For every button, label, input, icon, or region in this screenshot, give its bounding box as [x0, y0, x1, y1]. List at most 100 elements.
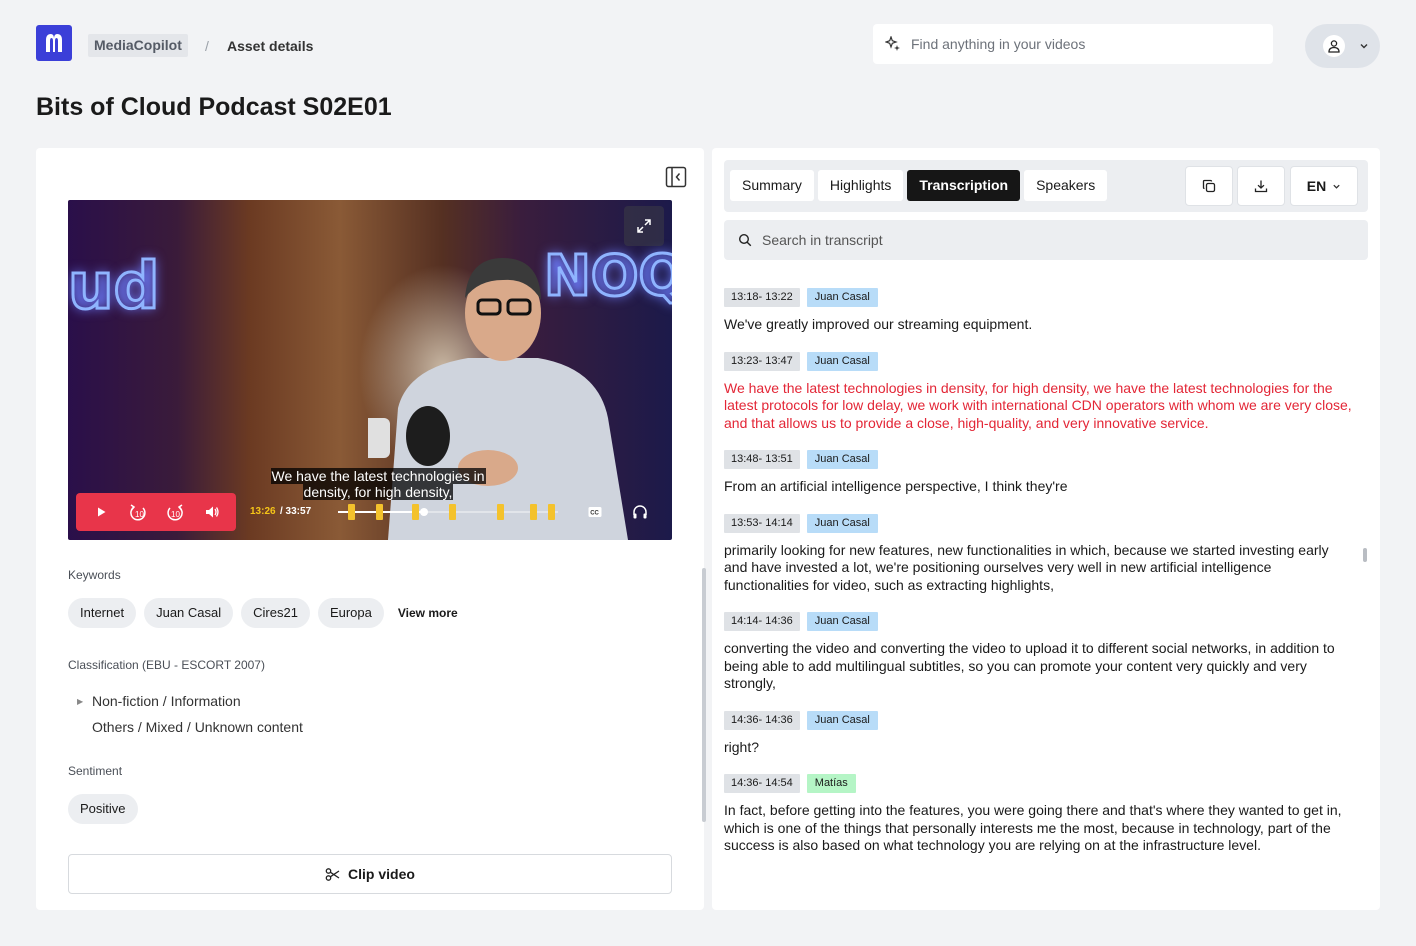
breadcrumb-current: Asset details [227, 38, 314, 54]
speaker-badge[interactable]: Juan Casal [806, 612, 878, 631]
segment-text[interactable]: We've greatly improved our streaming equ… [724, 316, 1354, 334]
speaker-badge[interactable]: Juan Casal [806, 288, 878, 307]
current-time: 13:26 [250, 506, 276, 517]
language-select[interactable]: EN [1290, 166, 1358, 206]
transcript-segment[interactable]: 13:18- 13:22 Juan Casal We've greatly impr… [724, 288, 1354, 334]
speaker-badge[interactable]: Juan Casal [806, 513, 878, 533]
segment-text[interactable]: right? [724, 739, 1354, 757]
highlight-marker[interactable] [547, 504, 555, 520]
tab-list: Summary Highlights Transcription Speaker… [730, 170, 1108, 201]
classification-tree: ▶ Non-fiction / Information Others / Mix… [68, 688, 668, 740]
segment-text[interactable]: primarily looking for new features, new … [724, 542, 1354, 595]
keyword-chip[interactable]: Internet [68, 598, 137, 628]
speaker-badge[interactable]: Matías [806, 774, 856, 793]
keyword-chip[interactable]: Cires21 [241, 598, 310, 628]
headphones-icon[interactable] [632, 504, 648, 520]
segment-timestamp[interactable]: 14:36- 14:54 [724, 774, 800, 793]
classification-node[interactable]: ▶ Non-fiction / Information [68, 688, 668, 714]
sparkle-icon [885, 36, 900, 51]
sentiment-list: Positive [68, 794, 668, 824]
transcript-segment[interactable]: 13:23- 13:47 Juan Casal We have the latest… [724, 351, 1354, 433]
speaker-badge[interactable]: Juan Casal [806, 710, 878, 730]
highlight-marker[interactable] [448, 504, 456, 520]
segment-timestamp[interactable]: 14:14- 14:36 [724, 612, 800, 631]
highlight-marker[interactable] [497, 504, 505, 520]
asset-metadata: Keywords Internet Juan Casal Cires21 Eur… [68, 568, 668, 824]
transcript-segment[interactable]: 14:36- 14:54 Matías In fact, before gettin… [724, 774, 1354, 855]
global-search-input[interactable] [911, 36, 1251, 52]
segment-text[interactable]: We have the latest technologies in densi… [724, 380, 1354, 433]
copy-button[interactable] [1185, 166, 1233, 206]
tab-speakers[interactable]: Speakers [1024, 170, 1108, 201]
volume-button[interactable] [198, 498, 226, 526]
expand-icon [637, 219, 651, 233]
tab-highlights[interactable]: Highlights [817, 170, 904, 201]
rewind-10-icon: 10 [129, 504, 146, 521]
transcript-panel: Summary Highlights Transcription Speaker… [712, 148, 1380, 910]
seek-bar[interactable] [338, 504, 558, 520]
segment-header: 13:23- 13:47 Juan Casal [724, 351, 1354, 371]
tab-transcription[interactable]: Transcription [907, 170, 1021, 201]
keyword-chip[interactable]: Europa [317, 598, 384, 628]
global-search[interactable] [873, 24, 1273, 64]
segment-timestamp[interactable]: 13:18- 13:22 [724, 288, 800, 307]
chevron-down-icon [1333, 184, 1340, 189]
metadata-scrollbar[interactable] [702, 568, 706, 822]
play-button[interactable] [87, 498, 115, 526]
segment-timestamp[interactable]: 14:36- 14:36 [724, 710, 800, 730]
highlight-marker[interactable] [376, 504, 384, 520]
transcript-segment[interactable]: 14:14- 14:36 Juan Casal converting the vid… [724, 612, 1354, 693]
user-menu-button[interactable] [1305, 24, 1380, 68]
keyword-chip[interactable]: Juan Casal [144, 598, 234, 628]
transcript-search[interactable] [724, 220, 1368, 260]
app-logo[interactable] [36, 25, 72, 61]
sentiment-chip: Positive [68, 794, 138, 824]
skip-forward-button[interactable]: 10 [161, 498, 189, 526]
logo-icon [46, 34, 62, 52]
skip-back-button[interactable]: 10 [124, 498, 152, 526]
segment-text[interactable]: In fact, before getting into the feature… [724, 802, 1354, 855]
segment-header: 13:48- 13:51 Juan Casal [724, 450, 1354, 469]
highlight-marker[interactable] [411, 504, 419, 520]
speaker-badge[interactable]: Juan Casal [806, 450, 878, 469]
download-icon [1254, 180, 1268, 193]
segment-timestamp[interactable]: 13:48- 13:51 [724, 450, 800, 469]
tab-bar: Summary Highlights Transcription Speaker… [724, 160, 1368, 212]
transcript-search-input[interactable] [762, 232, 1342, 248]
subtitle-line-2: density, for high density, [302, 484, 454, 500]
breadcrumb-separator: / [205, 38, 209, 54]
speaker-badge[interactable]: Juan Casal [806, 351, 878, 371]
user-avatar [1323, 35, 1345, 57]
breadcrumb-home[interactable]: MediaCopilot [88, 34, 188, 57]
asset-panel: ud NOQ We have the latest technologies i… [36, 148, 706, 910]
video-player[interactable]: ud NOQ We have the latest technologies i… [68, 200, 672, 540]
view-more-keywords-link[interactable]: View more [398, 606, 458, 620]
highlight-marker[interactable] [530, 504, 538, 520]
clip-video-label: Clip video [348, 866, 415, 882]
transcript-segment[interactable]: 14:36- 14:36 Juan Casal right? [724, 710, 1354, 757]
forward-10-icon: 10 [166, 504, 183, 521]
fullscreen-button[interactable] [624, 206, 664, 246]
segment-text[interactable]: From an artificial intelligence perspect… [724, 478, 1354, 496]
closed-captions-icon[interactable]: CC [588, 506, 602, 518]
segment-text[interactable]: converting the video and converting the … [724, 640, 1354, 693]
transcript-segment[interactable]: 13:53- 14:14 Juan Casal primarily looking … [724, 513, 1354, 595]
keywords-label: Keywords [68, 568, 121, 582]
highlight-marker[interactable] [347, 504, 355, 520]
transcript-segment[interactable]: 13:48- 13:51 Juan Casal From an artificial… [724, 450, 1354, 496]
segment-timestamp[interactable]: 13:23- 13:47 [724, 351, 800, 371]
download-button[interactable] [1237, 166, 1285, 206]
caret-right-icon[interactable]: ▶ [68, 697, 92, 706]
segment-header: 14:36- 14:36 Juan Casal [724, 710, 1354, 730]
seek-bar-thumb[interactable] [419, 508, 428, 516]
sentiment-label: Sentiment [68, 764, 123, 778]
page-title: Bits of Cloud Podcast S02E01 [36, 93, 392, 121]
segment-timestamp[interactable]: 13:53- 14:14 [724, 513, 800, 533]
volume-icon [205, 506, 219, 518]
clip-video-button[interactable]: Clip video [68, 854, 672, 894]
collapse-panel-icon[interactable] [665, 166, 687, 188]
tab-summary[interactable]: Summary [730, 170, 814, 201]
play-icon [97, 507, 105, 517]
transcript-scrollbar[interactable] [1363, 548, 1367, 562]
transcript-list: 13:18- 13:22 Juan Casal We've greatly impr… [724, 288, 1354, 873]
